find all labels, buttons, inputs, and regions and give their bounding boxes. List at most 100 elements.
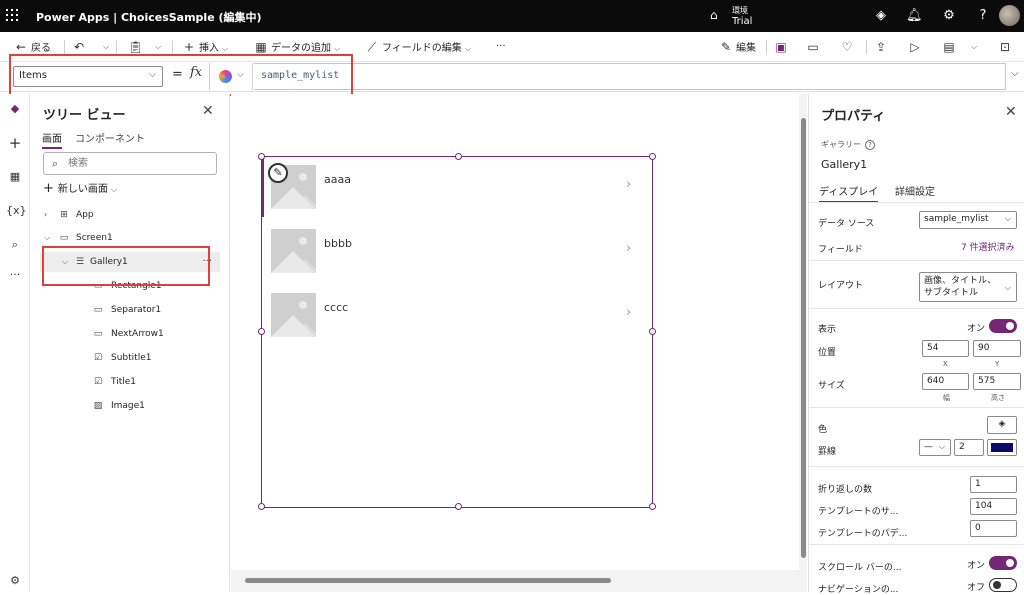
resize-handle[interactable] <box>258 153 265 160</box>
data-icon[interactable]: ▦ <box>6 168 24 186</box>
notifications-icon[interactable]: 🔔︎ <box>906 8 923 24</box>
publish-button[interactable]: ⊡ <box>998 39 1015 55</box>
edit-button[interactable]: ✎ 編集 <box>719 39 756 55</box>
scrollbar-toggle[interactable] <box>989 556 1017 570</box>
fill-color-button[interactable]: ◈ <box>987 416 1017 434</box>
wrap-count-input[interactable]: 1 <box>970 476 1017 493</box>
edit-template-icon[interactable]: ✎ <box>268 163 288 183</box>
settings-icon[interactable]: ⚙ <box>6 572 24 590</box>
resize-handle[interactable] <box>258 328 265 335</box>
layers-icon[interactable]: ◆ <box>6 100 24 118</box>
more-commands-button[interactable]: ··· <box>496 39 506 55</box>
image-placeholder[interactable] <box>271 293 316 337</box>
chevron-down-icon[interactable]: ⌵ <box>44 228 50 248</box>
environment-picker[interactable]: ⌂ 環境 Trial <box>708 4 758 28</box>
edit-fields-button[interactable]: ⟋ フィールドの編集 ⌵ <box>365 39 471 55</box>
template-padding-input[interactable]: 0 <box>970 520 1017 537</box>
next-arrow-icon[interactable]: › <box>626 305 631 320</box>
gallery-item[interactable]: bbbb › <box>262 221 652 285</box>
undo-dropdown[interactable]: ⌵ <box>100 39 109 55</box>
new-screen-label: 新しい画面 <box>57 184 108 195</box>
border-color-button[interactable] <box>987 439 1017 456</box>
paste-dropdown[interactable]: ⌵ <box>152 39 161 55</box>
paste-button[interactable]: 📋︎ <box>128 39 145 55</box>
insert-icon[interactable]: + <box>6 134 24 152</box>
tab-display[interactable]: ディスプレイ <box>819 183 879 203</box>
item-title[interactable]: cccc <box>324 301 348 314</box>
close-icon[interactable]: ✕ <box>1005 104 1017 120</box>
image-placeholder[interactable] <box>271 229 316 273</box>
tree-search-box[interactable]: ⌕ <box>43 152 217 175</box>
gallery-item[interactable]: cccc › <box>262 285 652 349</box>
item-title[interactable]: bbbb <box>324 237 352 250</box>
horizontal-scrollbar[interactable] <box>245 578 611 583</box>
vertical-scrollbar[interactable] <box>801 118 806 558</box>
save-button[interactable]: ▤ <box>942 39 959 55</box>
close-icon[interactable]: ✕ <box>202 103 214 119</box>
tab-screens[interactable]: 画面 <box>42 130 62 149</box>
save-dropdown[interactable]: ⌵ <box>968 39 977 55</box>
gallery-item[interactable]: ✎ aaaa › <box>262 157 652 221</box>
resize-handle[interactable] <box>258 503 265 510</box>
template-size-label: テンプレートのサ... <box>818 507 899 517</box>
help-icon[interactable]: ? <box>975 8 991 24</box>
share-button[interactable]: ⇪ <box>874 39 891 55</box>
tree-node-subtitle1[interactable]: ☑ Subtitle1 <box>30 348 230 368</box>
layout-dropdown[interactable]: 画像、タイトル、サブタイトル ⌵ <box>919 272 1017 302</box>
resize-handle[interactable] <box>649 328 656 335</box>
fields-link[interactable]: 7 件選択済み <box>961 240 1015 253</box>
undo-button[interactable]: ↶ <box>72 39 89 55</box>
app-checker-button[interactable]: ▣ <box>774 39 791 55</box>
width-input[interactable]: 640 <box>922 373 969 390</box>
more-icon[interactable]: ··· <box>6 266 24 284</box>
pencil-icon: ✎ <box>720 40 732 54</box>
tree-search-input[interactable] <box>68 156 208 171</box>
border-color-swatch <box>991 443 1013 452</box>
resize-handle[interactable] <box>649 503 656 510</box>
item-title[interactable]: aaaa <box>324 173 351 186</box>
tab-advanced[interactable]: 詳細設定 <box>895 183 935 198</box>
chevron-right-icon[interactable]: › <box>44 205 47 225</box>
resize-handle[interactable] <box>455 503 462 510</box>
gallery1[interactable]: ✎ aaaa › bbbb › cccc › <box>258 153 656 510</box>
settings-icon[interactable]: ⚙ <box>941 8 957 24</box>
comments-button[interactable]: ▭ <box>806 39 823 55</box>
preview-button[interactable]: ▷ <box>908 39 925 55</box>
avatar[interactable] <box>999 5 1020 26</box>
chevron-down-icon: ⌵ <box>938 442 945 451</box>
variables-icon[interactable]: {x} <box>6 202 27 220</box>
copilot-icon[interactable]: ◈ <box>873 8 889 24</box>
height-input[interactable]: 575 <box>973 373 1021 390</box>
border-style-dropdown[interactable]: — ⌵ <box>919 439 951 456</box>
add-data-button[interactable]: ▦ データの追加 ⌵ <box>254 39 340 55</box>
insert-button[interactable]: + 挿入 ⌵ <box>182 39 228 55</box>
template-size-input[interactable]: 104 <box>970 498 1017 515</box>
tree-node-nextarrow1[interactable]: ▭ NextArrow1 <box>30 324 230 344</box>
x-input[interactable]: 54 <box>922 340 969 357</box>
formula-input[interactable]: sample_mylist <box>254 63 1006 90</box>
navigation-toggle[interactable] <box>989 578 1017 592</box>
back-button[interactable]: ← 戻る <box>14 39 51 55</box>
y-input[interactable]: 90 <box>973 340 1021 357</box>
tab-components[interactable]: コンポーネント <box>75 130 145 145</box>
next-arrow-icon[interactable]: › <box>626 177 631 192</box>
divider <box>866 40 867 54</box>
screen1-canvas[interactable]: ✎ aaaa › bbbb › cccc › <box>231 94 799 570</box>
health-button[interactable]: ♡ <box>840 39 857 55</box>
tree-node-title1[interactable]: ☑ Title1 <box>30 372 230 392</box>
expand-formula-icon[interactable]: ⌵ <box>1011 68 1019 79</box>
next-arrow-icon[interactable]: › <box>626 241 631 256</box>
help-icon[interactable]: ? <box>865 140 875 150</box>
search-icon[interactable]: ⌕ <box>6 236 24 254</box>
data-source-dropdown[interactable]: sample_mylist ⌵ <box>919 211 1017 229</box>
tree-node-separator1[interactable]: ▭ Separator1 <box>30 300 230 320</box>
resize-handle[interactable] <box>649 153 656 160</box>
visible-toggle[interactable] <box>989 319 1017 333</box>
resize-handle[interactable] <box>455 153 462 160</box>
tree-node-screen1[interactable]: ⌵ ▭ Screen1 <box>30 228 230 248</box>
tree-node-app[interactable]: › ⊞ App <box>30 205 230 225</box>
new-screen-button[interactable]: + 新しい画面 ⌵ <box>43 180 117 196</box>
app-launcher-icon[interactable] <box>6 9 20 23</box>
tree-node-image1[interactable]: ▨ Image1 <box>30 396 230 416</box>
border-width-input[interactable]: 2 <box>954 439 984 456</box>
